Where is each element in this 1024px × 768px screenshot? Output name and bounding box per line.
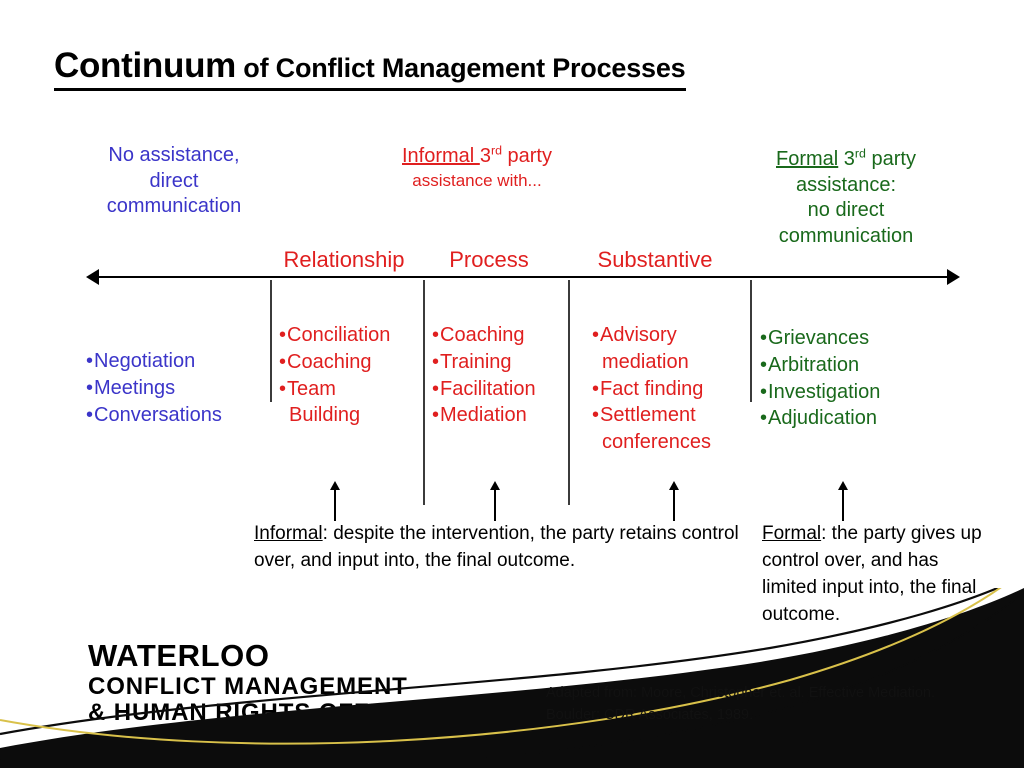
zone-header-informal-ordinal-suffix: rd bbox=[490, 143, 502, 158]
zone-header-informal-line1: Informal 3rd party bbox=[372, 144, 582, 170]
note-informal-text: : despite the intervention, the party re… bbox=[254, 523, 739, 571]
up-arrow-icon-4 bbox=[838, 481, 848, 521]
note-informal-label: Informal bbox=[254, 523, 323, 544]
note-informal: Informal: despite the intervention, the … bbox=[254, 521, 744, 575]
zone-header-no-assistance-line1: No assistance, bbox=[108, 144, 240, 166]
axis-arrow-left-icon bbox=[86, 269, 99, 285]
column-header-process: Process bbox=[449, 247, 529, 272]
list-process: Coaching Training Facilitation Mediation bbox=[432, 322, 572, 429]
zone-header-no-assistance-line3: communication bbox=[106, 195, 242, 218]
page-title-rest: of Conflict Management Processes bbox=[235, 53, 686, 83]
list-item: Training bbox=[432, 349, 572, 376]
up-arrow-head bbox=[490, 481, 500, 490]
up-arrow-icon-1 bbox=[330, 481, 340, 521]
page-title: Continuum of Conflict Management Process… bbox=[54, 46, 686, 91]
list-item: Meetings bbox=[86, 375, 271, 402]
list-item: Facilitation bbox=[432, 376, 572, 403]
zone-header-formal: Formal 3rd party assistance: no direct c… bbox=[726, 147, 966, 249]
zone-header-no-assistance-line2: direct bbox=[149, 169, 199, 192]
column-header-substantive: Substantive bbox=[597, 247, 713, 272]
zone-header-formal-line4: communication bbox=[778, 224, 914, 247]
list-item: Coaching bbox=[432, 322, 572, 349]
list-relationship: Conciliation Coaching Team Building bbox=[279, 322, 424, 429]
list-formal: Grievances Arbitration Investigation Adj… bbox=[760, 325, 945, 432]
zone-header-formal-line2: assistance: bbox=[795, 173, 897, 196]
list-item: Team Building bbox=[279, 376, 424, 430]
citation: Adapted from: Moore, Christopher et. al.… bbox=[546, 682, 986, 727]
list-item: Arbitration bbox=[760, 352, 945, 379]
list-item: Advisory mediation bbox=[592, 322, 752, 376]
zone-header-informal-ordinal: 3 bbox=[479, 145, 491, 167]
up-arrow-icon-3 bbox=[669, 481, 679, 521]
column-header-relationship: Relationship bbox=[283, 247, 405, 272]
list-item: Negotiation bbox=[86, 348, 271, 375]
zone-header-formal-line1: Formal 3rd party bbox=[726, 147, 966, 173]
zone-header-formal-ordinal-suffix: rd bbox=[854, 146, 866, 161]
list-item: Conciliation bbox=[279, 322, 424, 349]
list-item: Mediation bbox=[432, 402, 572, 429]
zone-header-formal-underlined: Formal bbox=[776, 148, 839, 170]
axis-arrow-right-icon bbox=[947, 269, 960, 285]
up-arrow-head bbox=[669, 481, 679, 490]
slide-canvas: Continuum of Conflict Management Process… bbox=[0, 0, 1024, 768]
up-arrow-shaft bbox=[334, 487, 336, 521]
list-item: Settlement conferences bbox=[592, 402, 752, 456]
up-arrow-icon-2 bbox=[490, 481, 500, 521]
zone-header-formal-ordinal: 3 bbox=[838, 148, 855, 170]
continuum-axis-line bbox=[96, 276, 948, 278]
zone-header-informal-rest: party bbox=[501, 145, 552, 167]
citation-line2: Boulder: CDR Associates, 1989. bbox=[546, 707, 754, 724]
up-arrow-shaft bbox=[842, 487, 844, 521]
up-arrow-head bbox=[838, 481, 848, 490]
zone-header-informal-underlined: Informal bbox=[402, 145, 480, 167]
zone-header-formal-rest: party bbox=[865, 148, 916, 170]
list-item: Investigation bbox=[760, 379, 945, 406]
list-item: Fact finding bbox=[592, 376, 752, 403]
zone-header-no-assistance: No assistance, direct communication bbox=[74, 143, 274, 220]
list-item: Conversations bbox=[86, 402, 271, 429]
citation-line1: Adapted from: Moore, Christopher et. al.… bbox=[546, 685, 936, 701]
zone-header-formal-line3: no direct bbox=[807, 199, 885, 222]
list-item: Grievances bbox=[760, 325, 945, 352]
note-formal-label: Formal bbox=[762, 523, 822, 544]
up-arrow-shaft bbox=[494, 487, 496, 521]
zone-header-informal-line2: assistance with... bbox=[412, 170, 542, 190]
zone-header-informal: Informal 3rd party assistance with... bbox=[372, 144, 582, 191]
up-arrow-head bbox=[330, 481, 340, 490]
up-arrow-shaft bbox=[673, 487, 675, 521]
page-title-emphasis: Continuum bbox=[54, 46, 236, 85]
list-substantive: Advisory mediation Fact finding Settleme… bbox=[592, 322, 752, 456]
list-item: Adjudication bbox=[760, 405, 945, 432]
list-direct-communication: Negotiation Meetings Conversations bbox=[86, 348, 271, 428]
bottom-swoosh-decoration bbox=[0, 588, 1024, 768]
list-item: Coaching bbox=[279, 349, 424, 376]
